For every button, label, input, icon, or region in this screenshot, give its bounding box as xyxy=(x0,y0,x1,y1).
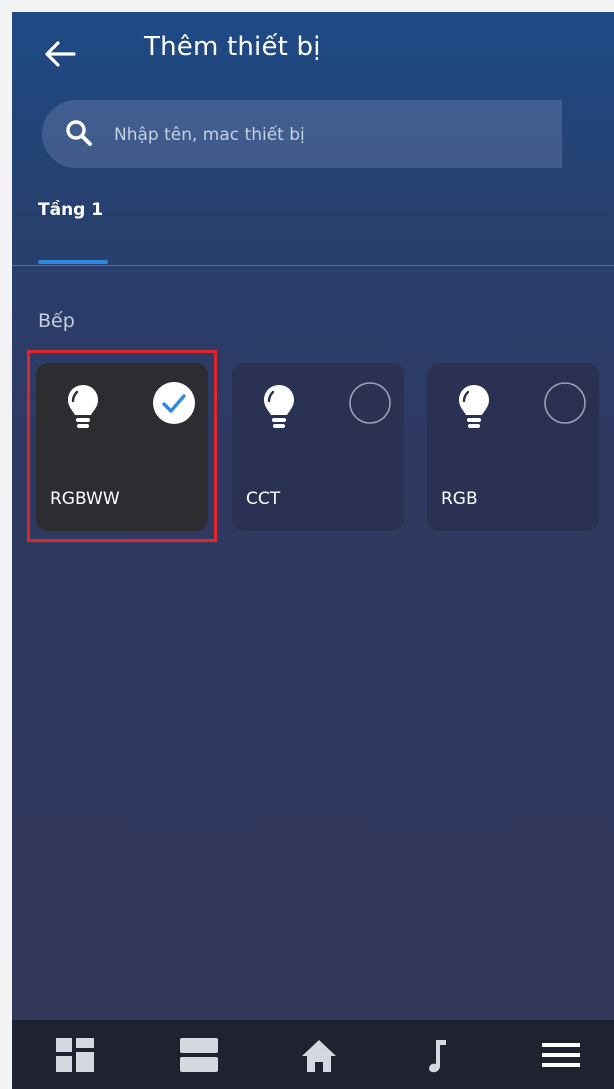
header: Thêm thiết bị xyxy=(12,12,614,100)
selection-highlight-frame xyxy=(27,350,217,542)
unselected-radio-icon[interactable] xyxy=(348,381,392,425)
lightbulb-icon xyxy=(457,383,491,433)
device-card-rgb[interactable]: RGB xyxy=(427,363,599,531)
unselected-radio-icon[interactable] xyxy=(543,381,587,425)
active-tab-indicator xyxy=(38,260,108,264)
device-label: CCT xyxy=(246,489,281,509)
search-icon xyxy=(64,118,94,148)
app-screen: Thêm thiết bị Tầng 1 Bếp xyxy=(12,12,614,1089)
divider xyxy=(12,265,614,266)
device-label: RGB xyxy=(441,489,478,509)
music-icon[interactable] xyxy=(414,1034,460,1076)
device-card-cct[interactable]: CCT xyxy=(232,363,404,531)
search-bar[interactable] xyxy=(42,100,562,170)
tab-tang-1[interactable]: Tầng 1 xyxy=(38,200,103,220)
bottom-nav xyxy=(12,1020,614,1089)
rooms-icon[interactable] xyxy=(176,1034,222,1076)
room-title: Bếp xyxy=(38,310,75,332)
page-title: Thêm thiết bị xyxy=(144,32,321,62)
back-button[interactable] xyxy=(40,34,80,74)
home-icon[interactable] xyxy=(296,1034,342,1076)
dashboard-icon[interactable] xyxy=(52,1034,98,1076)
search-input[interactable] xyxy=(112,100,536,170)
menu-icon[interactable] xyxy=(538,1034,584,1076)
lightbulb-icon xyxy=(262,383,296,433)
arrow-left-icon xyxy=(45,41,76,67)
